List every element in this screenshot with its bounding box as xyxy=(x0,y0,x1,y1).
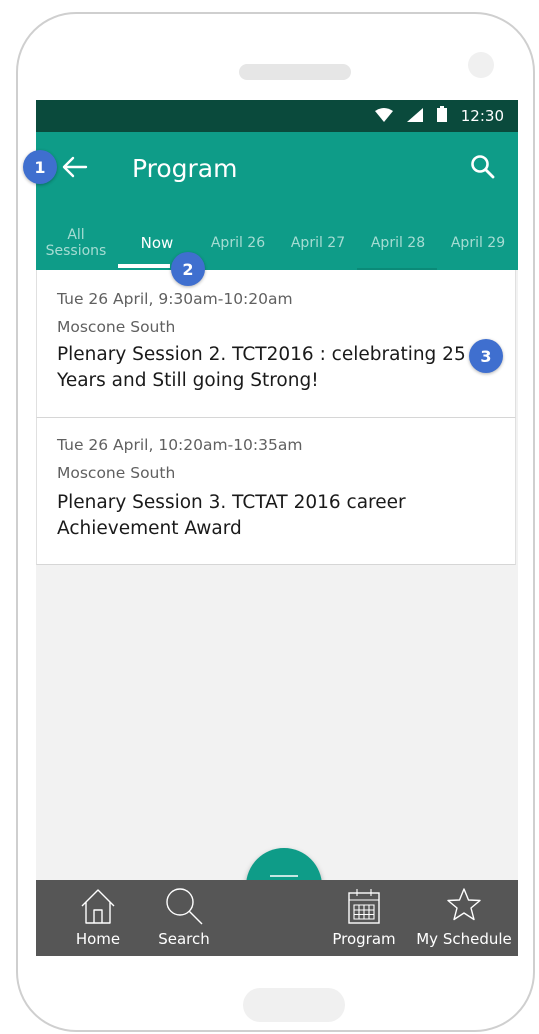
arrow-left-icon xyxy=(62,156,88,182)
bottom-navigation: Home Search Program My Schedule xyxy=(36,880,518,956)
search-button[interactable] xyxy=(466,152,500,186)
session-title: Plenary Session 3. TCTAT 2016 career Ach… xyxy=(57,492,406,539)
session-card[interactable]: Tue 26 April, 10:20am-10:35am Moscone So… xyxy=(36,418,516,565)
signal-icon xyxy=(406,107,423,126)
tab-april-28[interactable]: April 28 xyxy=(358,216,438,270)
wifi-icon xyxy=(374,107,393,126)
status-bar: 12:30 xyxy=(36,100,518,132)
search-icon xyxy=(470,154,496,184)
nav-program[interactable]: Program xyxy=(332,880,396,956)
page-title: Program xyxy=(132,154,238,183)
calendar-icon xyxy=(346,886,382,930)
session-title: Plenary Session 2. TCT2016 : celebrating… xyxy=(57,344,466,391)
app-bar: Program All Sessions Now April 26 April … xyxy=(36,132,518,270)
tab-bar: All Sessions Now April 26 April 27 April… xyxy=(36,216,518,270)
session-time: Tue 26 April, 10:20am-10:35am xyxy=(57,436,303,454)
tab-all-sessions[interactable]: All Sessions xyxy=(36,216,116,270)
tab-april-27[interactable]: April 27 xyxy=(278,216,358,270)
nav-home[interactable]: Home xyxy=(66,880,130,956)
star-icon xyxy=(445,886,483,928)
app-screen: 12:30 Program All Sessions Now April 26 xyxy=(36,100,518,956)
status-time: 12:30 xyxy=(460,107,504,125)
phone-home-button[interactable] xyxy=(243,988,345,1022)
back-button[interactable] xyxy=(58,152,92,186)
tab-april-26[interactable]: April 26 xyxy=(198,216,278,270)
nav-my-schedule[interactable]: My Schedule xyxy=(416,880,512,956)
session-location: Moscone South xyxy=(57,464,176,482)
annotation-badge: 3 xyxy=(469,339,503,373)
session-card[interactable]: Tue 26 April, 9:30am-10:20am Moscone Sou… xyxy=(36,270,516,418)
battery-icon xyxy=(436,106,447,126)
phone-speaker xyxy=(239,64,351,80)
phone-camera xyxy=(468,52,494,78)
annotation-badge: 1 xyxy=(23,150,57,184)
active-tab-indicator xyxy=(118,264,170,268)
nav-search[interactable]: Search xyxy=(152,880,216,956)
tab-april-29[interactable]: April 29 xyxy=(438,216,518,270)
annotation-badge: 2 xyxy=(171,252,205,286)
home-icon xyxy=(79,886,117,930)
search-icon xyxy=(164,886,204,930)
session-time: Tue 26 April, 9:30am-10:20am xyxy=(57,290,293,308)
session-location: Moscone South xyxy=(57,318,176,336)
